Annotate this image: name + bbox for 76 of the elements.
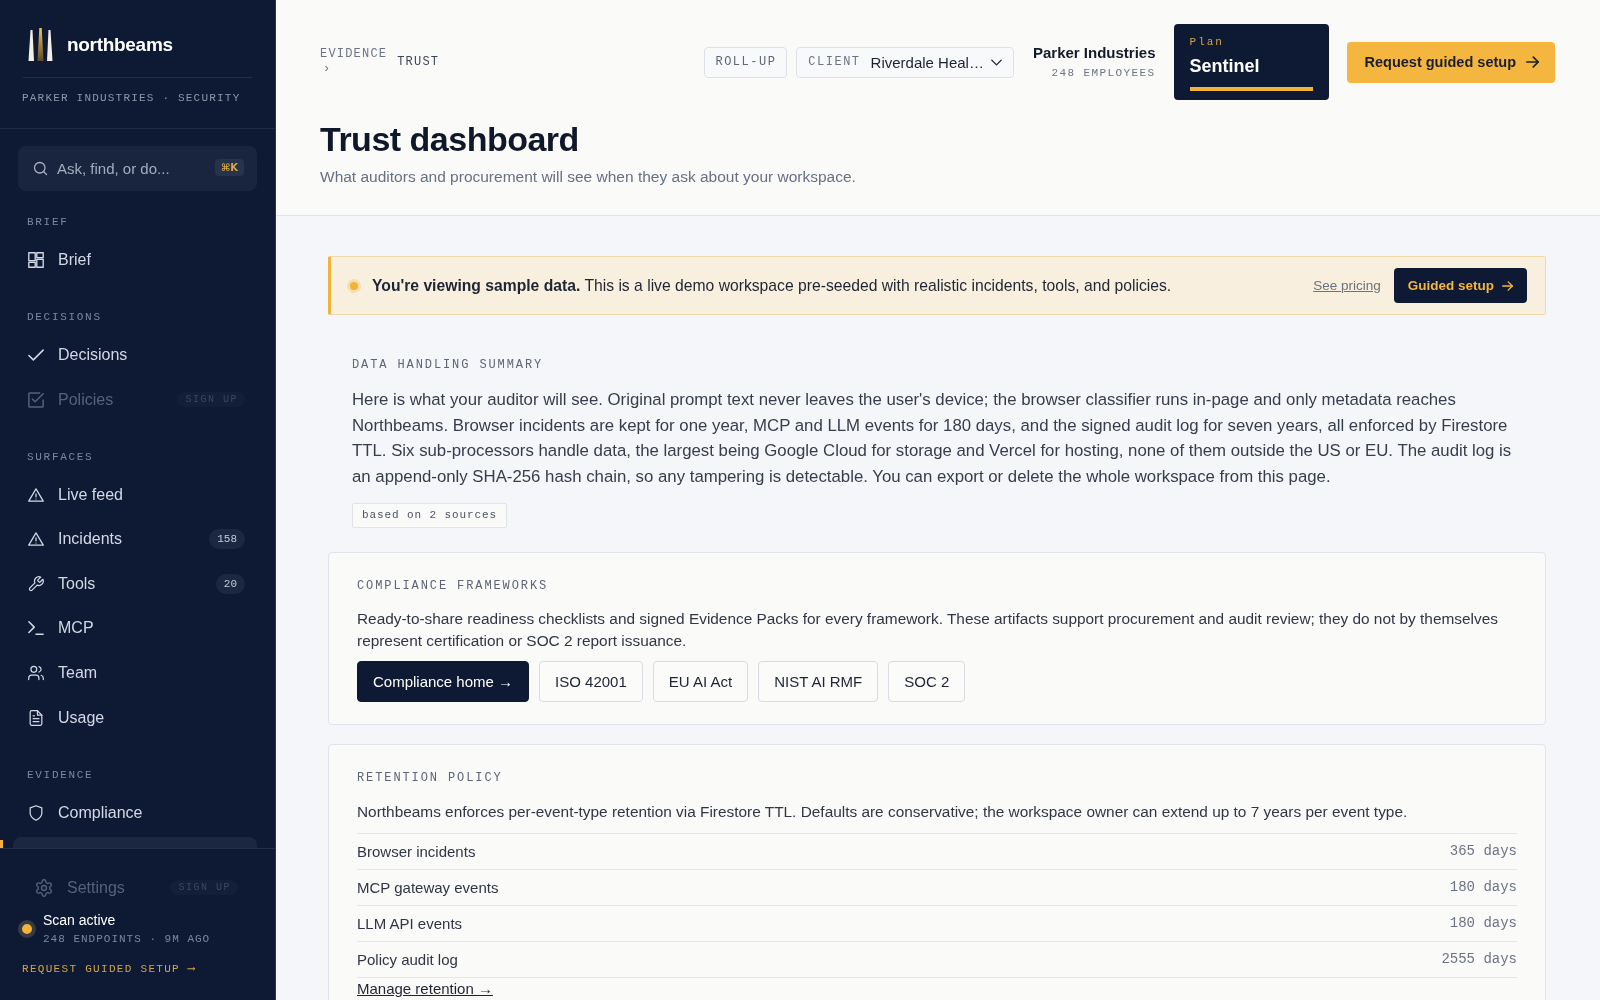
org-name: Parker Industries (1032, 44, 1156, 62)
nav-badge: 20 (215, 573, 245, 594)
shield-icon (28, 804, 44, 821)
wrench-icon (28, 575, 44, 592)
retention-label: LLM API events (357, 914, 463, 932)
breadcrumb-separator: › (322, 62, 332, 77)
retention-value: 2555 days (1441, 951, 1517, 968)
section-title: COMPLIANCE FRAMEWORKS (357, 578, 550, 593)
framework-button[interactable]: SOC 2 (888, 661, 966, 703)
retention-value: 180 days (1449, 915, 1517, 932)
plan-name: Sentinel (1189, 55, 1261, 77)
checkbox-icon (28, 391, 44, 408)
nav-item[interactable]: Team (13, 652, 257, 694)
dot-icon (347, 278, 361, 293)
nav-item[interactable]: Brief (13, 239, 257, 281)
section-heading: EVIDENCE (26, 767, 95, 783)
breadcrumb-current: TRUST (397, 55, 440, 69)
summary-text: Here is what your auditor will see. Original prompt text never leaves the user's device; the browser classifier runs in-page and only metadata reaches Northbeams. Browser incidents are kept for one year, MCP and LLM events for 180 days, and the signed audit log for seven years, all enforced by Firestore TTL. Six sub-processors handle data, the largest being Google Cloud for storage and Vercel for hosting, none of them outside the US or EU. The audit log is an append-only SHA-256 hash chain, so any tampering is detectable. You can export or delete the whole workspace from this page. (352, 389, 1513, 489)
section-heading: SURFACES (26, 449, 95, 465)
arrow-right-icon (1526, 56, 1539, 68)
workspace-label: PARKER INDUSTRIES · SECURITY (0, 78, 275, 129)
description-text: Northbeams enforces per-event-type retention via Firestore TTL. Defaults are conservative; the workspace owner can extend up to 7 years per event type. (357, 801, 1409, 822)
page-title: Trust dashboard (320, 119, 580, 159)
nav-item[interactable]: Compliance (13, 792, 257, 834)
nav-item[interactable]: Incidents 158 (13, 518, 257, 560)
nav-item[interactable]: Decisions (13, 334, 257, 376)
nav-item-highlight[interactable] (13, 836, 257, 848)
settings-icon (35, 878, 53, 897)
framework-button[interactable]: EU AI Act (652, 661, 749, 703)
nav-item[interactable]: MCP (13, 607, 257, 649)
retention-label: Policy audit log (357, 950, 458, 968)
rollup-button[interactable]: ROLL-UP (704, 46, 788, 78)
section-title: DATA HANDLING SUMMARY (352, 358, 545, 372)
brand-name: northbeams (67, 33, 173, 56)
retention-value: 365 days (1449, 843, 1517, 860)
plan-label: Plan (1189, 35, 1225, 49)
grid-icon (28, 252, 44, 268)
nav-item[interactable]: Usage (13, 697, 257, 739)
search-icon (33, 161, 48, 176)
warning-icon (28, 531, 44, 548)
keyboard-shortcut: ⌘K (214, 159, 244, 176)
check-icon (28, 347, 44, 363)
scan-detail: 248 ENDPOINTS · 9M AGO (43, 932, 211, 947)
retention-label: MCP gateway events (357, 878, 499, 896)
see-pricing-link[interactable]: See pricing (1313, 278, 1381, 293)
scan-status: Scan active (43, 911, 117, 929)
arrow-right-icon (1502, 280, 1513, 291)
nav-badge: 158 (209, 529, 245, 550)
breadcrumb-link[interactable]: EVIDENCE (320, 47, 388, 62)
chevron-down-icon (990, 58, 1002, 66)
page-subtitle: What auditors and procurement will see when they ask about your workspace. (320, 167, 857, 187)
guided-setup-button[interactable]: Guided setup (1393, 268, 1527, 303)
nav-item[interactable]: Tools 20 (13, 563, 257, 605)
terminal-icon (28, 620, 44, 637)
nav-item[interactable]: Live feed (13, 474, 257, 516)
description-text: Ready-to-share readiness checklists and signed Evidence Packs for every framework. These artifacts support procurement and audit review; they do not by themselves represent certification or SOC 2 report issuance. (357, 609, 1499, 652)
guided-setup-link[interactable]: REQUEST GUIDED SETUP ⟶ (22, 962, 196, 976)
org-size: 248 EMPLOYEES (1050, 66, 1156, 80)
framework-button[interactable]: ISO 42001 (539, 661, 643, 703)
section-title: RETENTION POLICY (357, 771, 504, 786)
active-indicator (0, 839, 3, 848)
section-heading: DECISIONS (26, 310, 103, 325)
framework-button[interactable]: Compliance home → (357, 661, 530, 703)
beams-logo-icon (28, 28, 53, 61)
section-heading: BRIEF (26, 215, 70, 230)
users-icon (28, 664, 44, 681)
manage-retention-link[interactable]: Manage retention → (357, 980, 493, 997)
framework-button[interactable]: NIST AI RMF (758, 661, 879, 703)
banner-text: You're viewing sample data. This is a live demo workspace pre-seeded with realistic incidents, tools, and policies. (372, 276, 1173, 295)
retention-label: Browser incidents (357, 842, 476, 860)
document-icon (28, 709, 44, 726)
sources-tag: based on 2 sources (352, 502, 508, 528)
request-setup-button[interactable]: Request guided setup (1346, 41, 1555, 83)
warning-icon (28, 486, 44, 503)
retention-value: 180 days (1449, 879, 1517, 896)
client-select[interactable]: CLIENT Riverdale Heal… (796, 46, 1014, 78)
